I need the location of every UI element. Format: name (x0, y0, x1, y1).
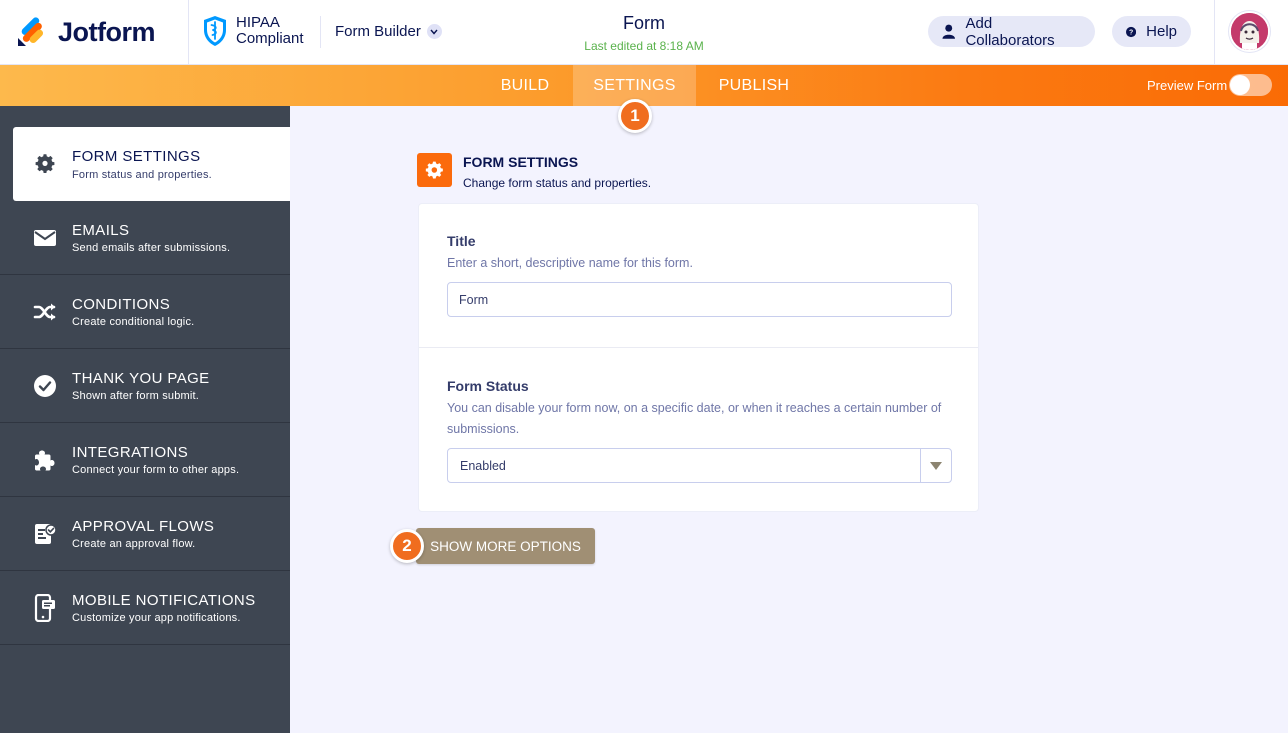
settings-card: Title Enter a short, descriptive name fo… (418, 203, 979, 512)
top-header: Jotform HIPAA Compliant Form Builder For… (0, 0, 1288, 65)
header-divider (320, 16, 321, 48)
svg-text:?: ? (1129, 29, 1133, 36)
hipaa-shield-icon (204, 16, 226, 46)
header-divider (188, 0, 189, 65)
help-label: Help (1146, 23, 1177, 40)
add-collaborators-label: Add Collaborators (965, 14, 1055, 49)
shuffle-icon (32, 299, 58, 325)
sidebar-item-approval-flows[interactable]: APPROVAL FLOWS Create an approval flow. (0, 497, 290, 571)
form-title-block: Form Last edited at 8:18 AM (544, 13, 744, 53)
sidebar-item-form-settings[interactable]: FORM SETTINGS Form status and properties… (13, 127, 290, 201)
sidebar-item-conditions[interactable]: CONDITIONS Create conditional logic. (0, 275, 290, 349)
header-divider (1214, 0, 1215, 65)
hipaa-line2: Compliant (236, 30, 304, 47)
status-field-description: You can disable your form now, on a spec… (447, 401, 942, 436)
sidebar-item-subtitle: Connect your form to other apps. (72, 464, 240, 476)
show-more-options-button[interactable]: SHOW MORE OPTIONS (416, 528, 595, 564)
show-more-options-label: SHOW MORE OPTIONS (430, 538, 581, 554)
sidebar-item-integrations[interactable]: INTEGRATIONS Connect your form to other … (0, 423, 290, 497)
sidebar-item-title: INTEGRATIONS (72, 444, 189, 461)
form-name[interactable]: Form (544, 13, 744, 34)
form-builder-label: Form Builder (335, 23, 421, 40)
sidebar-item-subtitle: Create an approval flow. (72, 538, 196, 550)
settings-sidebar: FORM SETTINGS Form status and properties… (0, 106, 290, 733)
jotform-logo[interactable]: Jotform (16, 16, 156, 48)
preview-form-toggle[interactable] (1229, 74, 1272, 96)
chevron-down-icon (426, 24, 442, 39)
status-field-label: Form Status (447, 378, 529, 394)
sidebar-item-subtitle: Form status and properties. (72, 169, 212, 181)
sidebar-item-mobile-notifications[interactable]: MOBILE NOTIFICATIONS Customize your app … (0, 571, 290, 645)
check-circle-icon (32, 373, 58, 399)
gear-icon (32, 150, 58, 176)
section-title: FORM SETTINGS (463, 154, 579, 170)
last-edited-text: Last edited at 8:18 AM (584, 39, 704, 53)
help-button[interactable]: ? Help (1112, 16, 1191, 47)
brand-name: Jotform (58, 16, 156, 47)
sidebar-item-thank-you-page[interactable]: THANK YOU PAGE Shown after form submit. (0, 349, 290, 423)
gear-icon (417, 153, 452, 187)
dropdown-arrow-icon (930, 462, 942, 470)
sidebar-item-subtitle: Customize your app notifications. (72, 612, 241, 624)
select-divider (920, 449, 921, 482)
title-input[interactable] (447, 282, 952, 317)
user-icon (942, 24, 955, 39)
form-status-select[interactable]: Enabled (447, 448, 952, 483)
jotform-logo-icon (18, 17, 44, 46)
sidebar-item-subtitle: Shown after form submit. (72, 390, 200, 402)
sidebar-item-title: THANK YOU PAGE (72, 370, 210, 387)
title-field-label: Title (447, 233, 476, 249)
sidebar-item-title: FORM SETTINGS (72, 148, 201, 165)
form-builder-dropdown[interactable]: Form Builder (335, 23, 442, 40)
sidebar-item-emails[interactable]: EMAILS Send emails after submissions. (0, 201, 290, 275)
sidebar-item-title: MOBILE NOTIFICATIONS (72, 592, 256, 609)
sidebar-item-title: CONDITIONS (72, 296, 171, 313)
question-icon: ? (1126, 26, 1137, 37)
avatar-image (1231, 13, 1268, 50)
card-divider (419, 347, 978, 348)
approval-icon (32, 521, 58, 547)
tab-build[interactable]: BUILD (484, 65, 566, 106)
step-badge-2: 2 (390, 529, 424, 563)
tab-publish[interactable]: PUBLISH (706, 65, 802, 106)
hipaa-text: HIPAA Compliant (236, 15, 304, 47)
sidebar-item-subtitle: Create conditional logic. (72, 316, 195, 328)
section-subtitle: Change form status and properties. (463, 176, 652, 190)
user-avatar[interactable] (1229, 11, 1270, 52)
sidebar-item-title: EMAILS (72, 222, 130, 239)
hipaa-line1: HIPAA (236, 14, 280, 31)
mobile-icon (32, 594, 58, 622)
puzzle-icon (32, 447, 58, 473)
preview-form-label: Preview Form (1147, 78, 1228, 93)
sidebar-item-subtitle: Send emails after submissions. (72, 242, 231, 254)
step-badge-1: 1 (618, 99, 652, 133)
envelope-icon (32, 225, 58, 251)
section-header: FORM SETTINGS Change form status and pro… (417, 153, 651, 190)
toggle-knob (1230, 75, 1250, 95)
hipaa-badge[interactable]: HIPAA Compliant (202, 15, 304, 47)
sidebar-item-title: APPROVAL FLOWS (72, 518, 215, 535)
builder-nav: BUILD SETTINGS PUBLISH Preview Form (0, 65, 1288, 106)
form-status-value: Enabled (460, 459, 506, 473)
add-collaborators-button[interactable]: Add Collaborators (928, 14, 1095, 49)
title-field-description: Enter a short, descriptive name for this… (447, 256, 693, 270)
